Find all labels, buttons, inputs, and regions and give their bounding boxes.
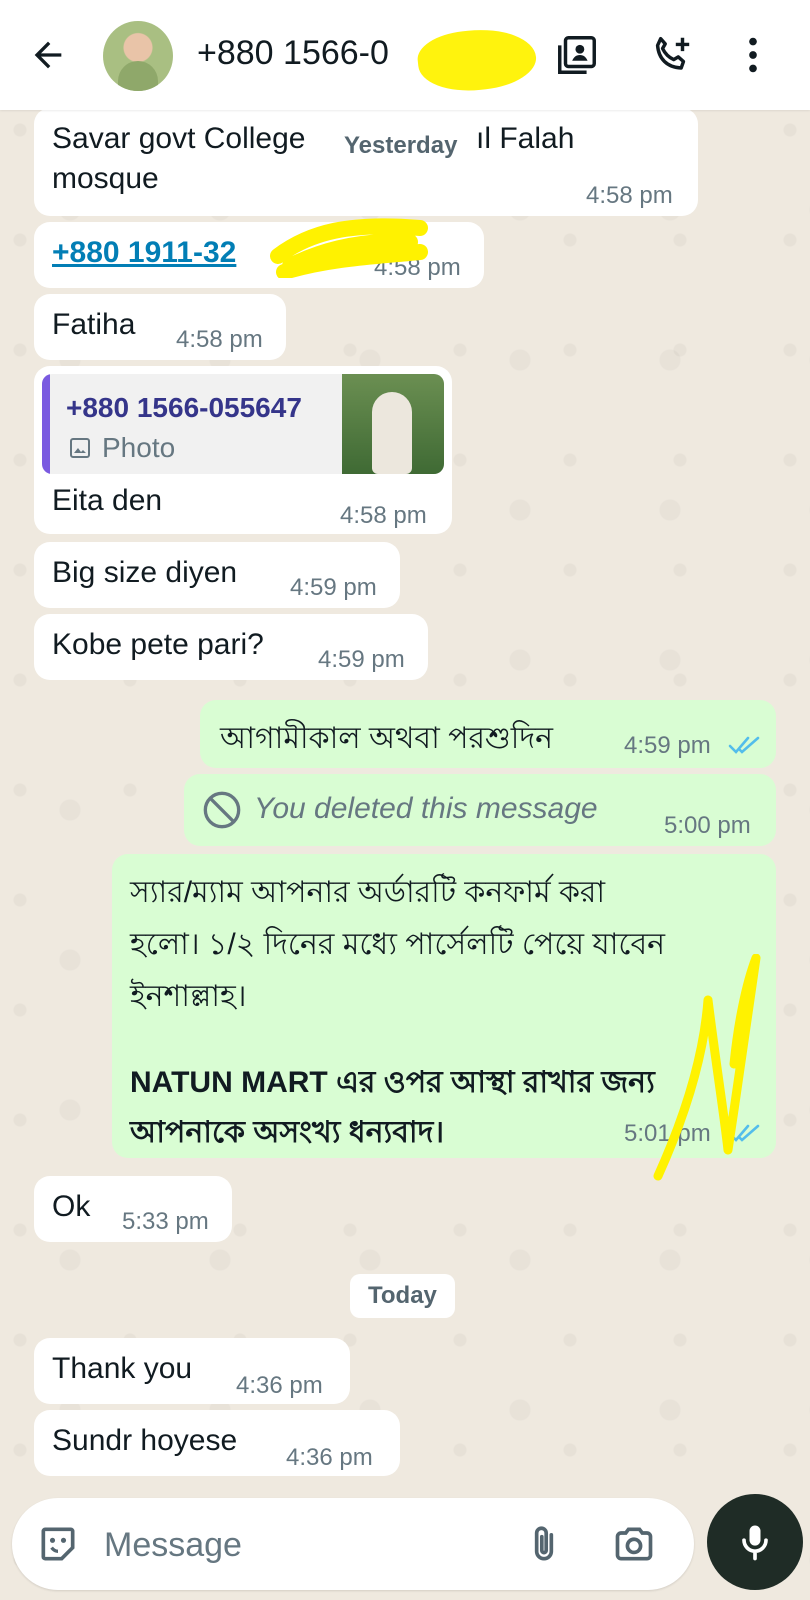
- message-time: 4:36 pm: [286, 1444, 373, 1471]
- quoted-photo-thumbnail: [342, 374, 444, 474]
- date-divider-yesterday: Yesterday: [326, 124, 476, 168]
- chat-header: +880 1566-0: [0, 0, 810, 110]
- camera-icon[interactable]: [612, 1522, 656, 1566]
- voice-record-button[interactable]: [707, 1494, 803, 1590]
- message-text: ıl Falah: [476, 122, 575, 155]
- photo-icon: [70, 438, 90, 458]
- deleted-message-text: You deleted this message: [254, 792, 598, 825]
- message-text: Savar govt College: [52, 122, 306, 155]
- message-text: Fatiha: [52, 308, 136, 341]
- message-time: 4:58 pm: [340, 502, 427, 529]
- redaction-scribble: [270, 218, 428, 278]
- message-bubble-incoming[interactable]: +880 1566-055647 Photo Eita den 4:58 pm: [34, 366, 452, 534]
- contact-name[interactable]: +880 1566-0: [197, 34, 389, 73]
- message-bubble-incoming[interactable]: Ok 5:33 pm: [34, 1176, 232, 1242]
- message-text: Big size diyen: [52, 556, 238, 589]
- message-text: স্যার/ম্যাম আপনার অর্ডারটি কনফার্ম করা: [130, 876, 606, 909]
- message-time: 4:59 pm: [318, 646, 405, 673]
- add-call-icon[interactable]: [648, 32, 694, 78]
- message-time: 4:59 pm: [290, 574, 377, 601]
- back-arrow-icon[interactable]: [28, 35, 68, 75]
- message-time: 4:36 pm: [236, 1372, 323, 1399]
- message-time: 5:00 pm: [664, 812, 751, 839]
- message-text: Kobe pete pari?: [52, 628, 264, 661]
- message-text: Sundr hoyese: [52, 1424, 238, 1457]
- message-input[interactable]: Message: [104, 1526, 242, 1565]
- quoted-type: Photo: [102, 432, 176, 463]
- read-receipt-icon: [728, 736, 760, 754]
- message-text: Eita den: [52, 484, 163, 517]
- message-bubble-incoming[interactable]: Big size diyen 4:59 pm: [34, 542, 400, 608]
- sticker-icon[interactable]: [36, 1522, 80, 1566]
- message-time: 4:58 pm: [176, 326, 263, 353]
- message-text: ইনশাল্লাহ।: [130, 980, 247, 1013]
- message-text: Ok: [52, 1190, 91, 1223]
- handwritten-mark: [653, 954, 761, 1181]
- message-text: NATUN MART এর ওপর আস্থা রাখার জন্য: [130, 1066, 655, 1099]
- phone-link[interactable]: +880 1911-32: [52, 236, 236, 270]
- message-text: আপনাকে অসংখ্য ধন্যবাদ।: [130, 1116, 445, 1149]
- message-text: হলো। ১/২ দিনের মধ্যে পার্সেলটি পেয়ে যাব…: [130, 928, 666, 961]
- avatar[interactable]: [103, 21, 173, 91]
- message-bubble-outgoing[interactable]: আগামীকাল অথবা পরশুদিন 4:59 pm: [200, 700, 776, 768]
- more-vert-icon[interactable]: [730, 32, 776, 78]
- blocked-icon: [203, 791, 241, 829]
- message-bubble-incoming[interactable]: Kobe pete pari? 4:59 pm: [34, 614, 428, 680]
- quoted-message[interactable]: +880 1566-055647 Photo: [42, 374, 444, 474]
- contact-card-icon[interactable]: [554, 32, 600, 78]
- message-time: 5:33 pm: [122, 1208, 209, 1235]
- message-time: 4:58 pm: [586, 182, 673, 209]
- message-time: 4:59 pm: [624, 732, 711, 759]
- message-text: Thank you: [52, 1352, 193, 1385]
- date-divider-today: Today: [350, 1274, 455, 1318]
- message-bubble-incoming[interactable]: Fatiha 4:58 pm: [34, 294, 286, 360]
- redaction-scribble: [415, 23, 539, 97]
- message-bubble-outgoing[interactable]: You deleted this message 5:00 pm: [184, 774, 776, 846]
- quote-accent-bar: [42, 374, 50, 474]
- message-text: mosque: [52, 162, 159, 195]
- attach-icon[interactable]: [522, 1522, 566, 1566]
- message-bubble-incoming[interactable]: Sundr hoyese 4:36 pm: [34, 1410, 400, 1476]
- mic-icon: [742, 1525, 768, 1561]
- message-bubble-incoming[interactable]: Thank you 4:36 pm: [34, 1338, 350, 1404]
- message-text: আগামীকাল অথবা পরশুদিন: [220, 722, 554, 755]
- quoted-sender: +880 1566-055647: [66, 392, 302, 423]
- message-composer[interactable]: Message: [12, 1498, 694, 1590]
